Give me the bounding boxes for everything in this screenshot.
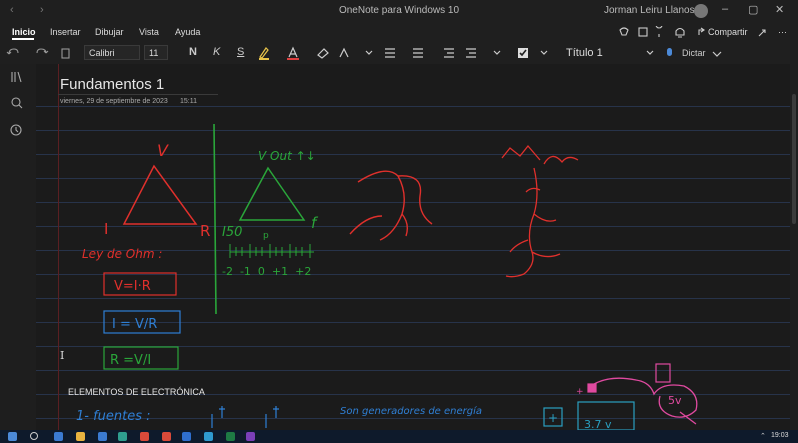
increase-indent-icon <box>466 48 476 58</box>
eraser-format-icon <box>317 48 329 59</box>
italic-button[interactable]: K <box>213 46 220 58</box>
ink-formula-3: R =V/I <box>110 353 151 368</box>
tab-insertar[interactable]: Insertar <box>50 27 81 37</box>
share-button[interactable]: Compartir <box>708 27 748 37</box>
ribbon: Calibri 11 N K S Título 1 Dictar <box>0 42 798 65</box>
excel-icon[interactable] <box>226 432 235 441</box>
windows-start-icon[interactable] <box>8 432 17 441</box>
chrome-icon[interactable] <box>162 432 171 441</box>
store-icon[interactable] <box>98 432 107 441</box>
ink-green-f: f <box>311 214 319 232</box>
ink-red-r: R <box>200 222 210 240</box>
ribbon-format-icons <box>259 46 548 60</box>
chrome-icon[interactable] <box>140 432 149 441</box>
more-button[interactable]: ··· <box>778 27 787 37</box>
ink-fuentes-label: 1- fuentes : <box>76 409 151 424</box>
dictate-button[interactable]: Dictar <box>682 48 706 58</box>
ink-drawing-layer: V I R V Out ↑↓ I50 f p -2 -1 0 +1 +2 Ley… <box>76 123 698 430</box>
tab-dibujar[interactable]: Dibujar <box>95 27 124 37</box>
ink-pink-plug <box>655 363 671 383</box>
chevron-down-icon <box>365 50 373 55</box>
ink-battery-label: 3.7 v <box>584 418 612 430</box>
chevron-down-icon <box>646 50 654 55</box>
ink-battery-plus: + <box>548 411 558 425</box>
ink-red-triangle <box>122 164 198 225</box>
ink-5v-label: 5v <box>668 394 682 407</box>
expand-icon <box>758 29 766 37</box>
bullet-list-icon <box>385 48 395 58</box>
bold-button[interactable]: N <box>189 46 197 58</box>
ink-divider-line <box>213 123 217 315</box>
ink-green-vout: V Out ↑↓ <box>258 149 316 163</box>
minimize-button[interactable]: – <box>722 3 728 15</box>
left-rail-icons <box>10 71 23 136</box>
ink-formula-2: I = V/R <box>112 317 157 332</box>
bell-icon <box>675 27 685 38</box>
tab-vista[interactable]: Vista <box>139 27 159 37</box>
page-canvas[interactable]: Fundamentos 1 viernes, 29 de septiembre … <box>36 64 790 430</box>
font-color-icon <box>288 46 298 58</box>
avatar[interactable] <box>694 4 708 18</box>
font-family-select[interactable]: Calibri <box>84 45 140 60</box>
title-bar: ‹ › OneNote para Windows 10 Jorman Leiru… <box>0 0 798 22</box>
ink-scale <box>229 244 314 258</box>
microphone-icon <box>667 48 672 56</box>
share-icon <box>698 27 705 35</box>
taskbar-app-icon[interactable] <box>118 432 127 441</box>
menu-bar: Inicio Insertar Dibujar Vista Ayuda Comp… <box>0 22 798 42</box>
decrease-indent-icon <box>444 48 454 58</box>
ink-red-v: V <box>157 141 169 160</box>
scrollbar-thumb[interactable] <box>792 94 796 224</box>
onenote-icon[interactable] <box>246 432 255 441</box>
numbered-list-icon <box>413 48 423 58</box>
ribbon-left-icons <box>6 48 70 59</box>
search-icon <box>11 97 21 107</box>
ink-green-p: p <box>263 231 269 241</box>
search-icon[interactable] <box>30 432 38 440</box>
tray-icon[interactable]: ⌃ <box>760 432 766 440</box>
vertical-scrollbar[interactable] <box>790 64 798 430</box>
clipboard-icon <box>61 48 70 59</box>
ink-fuentes-note: Son generadores de energía <box>340 405 482 417</box>
chevron-down-icon <box>493 50 501 55</box>
clock-time[interactable]: 19:03 <box>771 432 789 439</box>
ink-red-tree-sketch <box>501 144 579 278</box>
highlighter-icon <box>259 47 269 59</box>
taskbar-app-icon[interactable] <box>54 432 63 441</box>
notebooks-icon <box>11 71 22 83</box>
ink-pink-plus: + <box>576 387 584 397</box>
underline-button[interactable]: S <box>237 46 244 58</box>
ink-source-symbols <box>211 406 279 428</box>
ink-red-i: I <box>104 220 108 238</box>
text-effects-icon <box>339 47 349 58</box>
text-cursor: I <box>60 349 65 362</box>
ink-green-triangle <box>238 166 306 221</box>
ink-formula-1: V=I·R <box>114 279 151 294</box>
taskbar-app-icon[interactable] <box>182 432 191 441</box>
page-icon <box>638 27 648 37</box>
redo-icon <box>36 48 49 54</box>
maximize-button[interactable]: ▢ <box>748 3 758 16</box>
tab-inicio[interactable]: Inicio <box>12 27 36 37</box>
left-rail <box>0 64 36 430</box>
font-size-select[interactable]: 11 <box>144 45 168 60</box>
undo-icon <box>6 48 19 55</box>
file-explorer-icon[interactable] <box>76 432 85 441</box>
ink-green-i50: I50 <box>222 225 242 240</box>
user-name[interactable]: Jorman Leiru Llanos... <box>604 5 703 16</box>
close-button[interactable]: ✕ <box>775 3 784 16</box>
sync-icon <box>619 27 629 36</box>
chevron-down-icon[interactable] <box>712 51 722 57</box>
tab-ayuda[interactable]: Ayuda <box>175 27 200 37</box>
taskbar: ⌃ 19:03 <box>0 430 798 443</box>
chevron-down-icon <box>540 50 548 55</box>
lightbulb-icon <box>655 26 663 37</box>
section-heading[interactable]: ELEMENTOS DE ELECTRÓNICA <box>68 387 205 397</box>
active-tab-indicator <box>12 38 34 40</box>
ink-scale-labels: -2 -1 0 +1 +2 <box>222 265 311 278</box>
ink-pink-node <box>587 383 597 393</box>
ink-red-river-sketch <box>349 170 433 241</box>
ink-ley-ohm: Ley de Ohm : <box>82 247 162 261</box>
edge-icon[interactable] <box>204 432 213 441</box>
